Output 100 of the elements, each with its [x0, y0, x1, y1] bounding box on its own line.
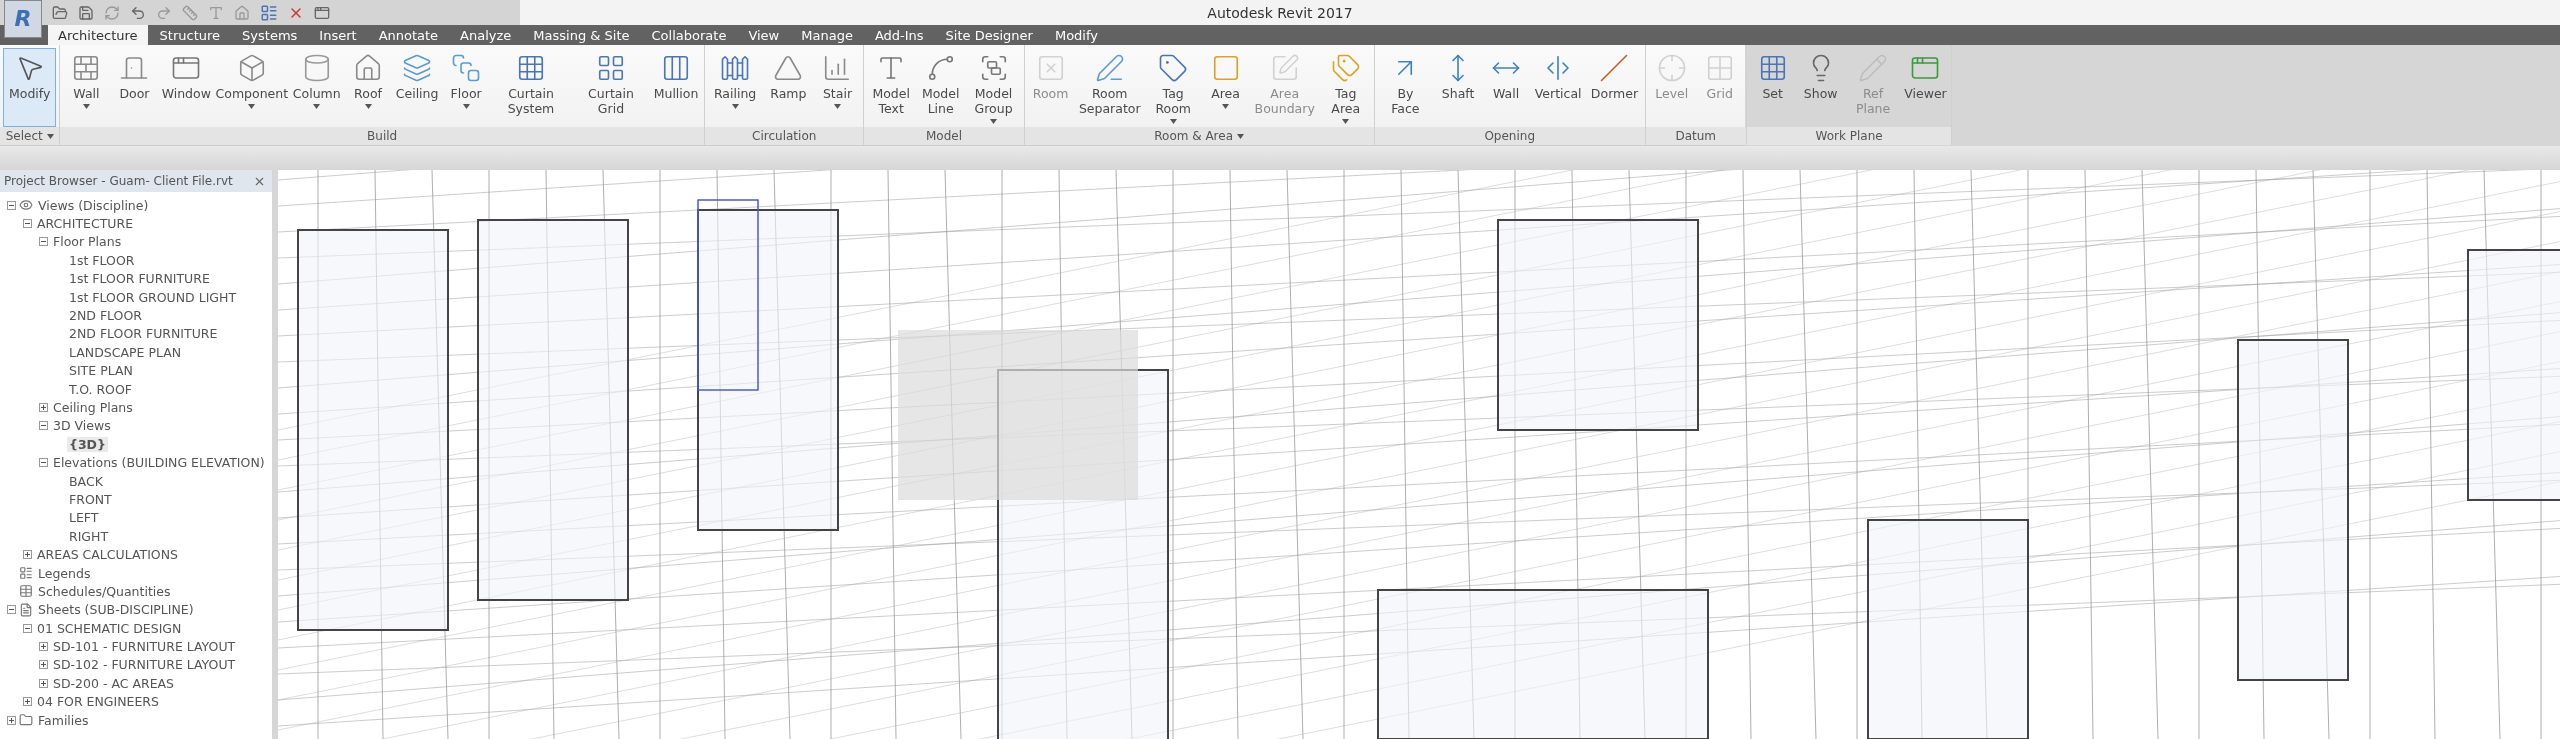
ribbon-tab[interactable]: View — [738, 25, 790, 45]
ribbon-tab[interactable]: Annotate — [368, 25, 449, 45]
ribbon-tab[interactable]: Add-Ins — [864, 25, 934, 45]
ribbon-tool-button[interactable]: Area — [1202, 48, 1249, 127]
collapse-icon[interactable] — [39, 237, 48, 247]
ribbon-tool-button[interactable]: Ceiling — [393, 48, 442, 127]
window-icon[interactable] — [314, 4, 330, 21]
tree-item[interactable]: Schedules/Quantities — [36, 583, 173, 599]
ribbon-tool-button[interactable]: Tag Room — [1145, 48, 1201, 127]
ribbon-tool-button[interactable]: Model Line — [916, 48, 965, 127]
ribbon-tab[interactable]: Architecture — [48, 25, 148, 45]
ribbon-tool-button[interactable]: Curtain Grid — [572, 48, 650, 127]
expand-icon[interactable] — [23, 550, 32, 560]
ribbon-tab[interactable]: Manage — [791, 25, 863, 45]
ribbon-tab[interactable]: Analyze — [450, 25, 522, 45]
tree-item[interactable]: 2ND FLOOR — [67, 308, 144, 324]
ribbon-tool-button[interactable]: Modify — [3, 48, 57, 127]
ribbon-tool-button[interactable]: Column — [290, 48, 344, 127]
eye-icon — [19, 198, 33, 213]
tree-item[interactable]: 1st FLOOR FURNITURE — [67, 271, 212, 287]
tree-item[interactable]: 04 FOR ENGINEERS — [35, 694, 161, 710]
tree-item[interactable]: LEFT — [67, 510, 101, 526]
panel-title: Work Plane — [1815, 129, 1883, 143]
panel-label[interactable]: Select — [0, 127, 60, 145]
ribbon-tool-button[interactable]: Tag Area — [1320, 48, 1371, 127]
tree-item[interactable]: 3D Views — [51, 418, 113, 434]
tree-item[interactable]: SD-200 - AC AREAS — [51, 675, 177, 691]
tree-item[interactable]: 1st FLOOR — [67, 252, 137, 268]
tree-item[interactable]: FRONT — [67, 491, 114, 507]
application-menu-button[interactable]: R — [4, 0, 42, 38]
tree-item[interactable]: Legends — [36, 565, 93, 581]
tree-item[interactable]: T.O. ROOF — [67, 381, 134, 397]
ribbon-tab[interactable]: Collaborate — [641, 25, 737, 45]
ribbon-tool-button[interactable]: Viewer — [1902, 48, 1949, 127]
tree-item[interactable]: Views (Discipline) — [36, 197, 151, 213]
ribbon-tool-button[interactable]: Ramp — [764, 48, 813, 127]
fence-icon — [720, 53, 751, 83]
ribbon-tool-button[interactable]: Curtain System — [491, 48, 571, 127]
caret-icon — [46, 133, 54, 139]
collapse-icon[interactable] — [7, 605, 16, 615]
ribbon-tool-button[interactable]: Door — [111, 48, 158, 127]
tree-item[interactable]: SITE PLAN — [67, 363, 135, 379]
tree-item[interactable]: 2ND FLOOR FURNITURE — [67, 326, 220, 342]
tree-item[interactable]: AREAS CALCULATIONS — [35, 547, 180, 563]
ribbon-tab[interactable]: Modify — [1044, 25, 1108, 45]
tree-item[interactable]: RIGHT — [67, 528, 111, 544]
ribbon-tool-button[interactable]: Window — [159, 48, 214, 127]
tree-item[interactable]: Families — [36, 712, 91, 728]
table-icon — [19, 584, 33, 599]
expand-icon[interactable] — [39, 403, 48, 412]
save-icon[interactable] — [78, 4, 94, 21]
collapse-icon[interactable] — [39, 458, 48, 468]
ribbon-tab[interactable]: Site Designer — [935, 25, 1043, 45]
tree-item[interactable]: Ceiling Plans — [51, 400, 135, 415]
ribbon-tool-button[interactable]: Model Group — [966, 48, 1021, 127]
ribbon-tab[interactable]: Systems — [232, 25, 308, 45]
tree-item[interactable]: 01 SCHEMATIC DESIGN — [35, 620, 184, 636]
ribbon-tool-button[interactable]: Railing — [707, 48, 763, 127]
ribbon-tool-button[interactable]: Vertical — [1531, 48, 1586, 127]
expand-icon[interactable] — [39, 678, 48, 688]
tree-item[interactable]: SD-101 - FURNITURE LAYOUT — [51, 639, 238, 655]
expand-icon[interactable] — [39, 660, 48, 670]
tree-item[interactable]: SD-102 - FURNITURE LAYOUT — [51, 657, 238, 673]
tree-item[interactable]: Sheets (SUB-DISCIPLINE) — [36, 602, 196, 618]
ribbon-tab[interactable]: Massing & Site — [523, 25, 640, 45]
tree-item[interactable]: BACK — [67, 473, 105, 489]
list-icon[interactable] — [260, 3, 278, 22]
ribbon-tool-button[interactable]: Mullion — [651, 48, 701, 127]
collapse-icon[interactable] — [39, 421, 48, 431]
ribbon-tab[interactable]: Insert — [309, 25, 367, 45]
tree-item[interactable]: Elevations (BUILDING ELEVATION) — [51, 455, 267, 471]
tree-item[interactable]: ARCHITECTURE — [35, 216, 136, 232]
ribbon-tool-button[interactable]: By Face — [1377, 48, 1434, 127]
tree-item[interactable]: Floor Plans — [51, 234, 124, 250]
panel-title: Build — [367, 129, 398, 143]
collapse-icon[interactable] — [7, 200, 16, 210]
ribbon-tool-button[interactable]: Component — [215, 48, 289, 127]
tree-item[interactable]: 1st FLOOR GROUND LIGHT — [67, 289, 239, 305]
ribbon-tool-button[interactable]: Stair — [814, 48, 861, 127]
ribbon-tool-button[interactable]: Show — [1797, 48, 1844, 127]
ribbon-tool-button[interactable]: Roof — [345, 48, 392, 127]
ribbon-tool-button[interactable]: Floor — [443, 48, 490, 127]
expand-icon[interactable] — [7, 715, 16, 725]
collapse-icon[interactable] — [23, 623, 32, 633]
ribbon-tool-button[interactable]: Model Text — [867, 48, 915, 127]
expand-icon[interactable] — [39, 642, 48, 652]
ribbon-tool-button[interactable]: Shaft — [1435, 48, 1482, 127]
collapse-icon[interactable] — [23, 219, 32, 229]
ribbon-tool-button[interactable]: Room Separator — [1075, 48, 1144, 127]
tree-item[interactable]: LANDSCAPE PLAN — [67, 344, 184, 360]
tree-item[interactable]: {3D} — [67, 436, 108, 452]
ribbon-tool-button[interactable]: Dormer — [1587, 48, 1642, 127]
undo-icon[interactable] — [130, 4, 146, 21]
folder-open-icon[interactable] — [52, 4, 68, 21]
ribbon-tool-button[interactable]: Wall — [63, 48, 110, 127]
ribbon-tab[interactable]: Structure — [149, 25, 231, 45]
ribbon-tool-button[interactable]: Wall — [1483, 48, 1530, 127]
expand-icon[interactable] — [23, 697, 32, 707]
panel-label[interactable]: Room & Area — [1024, 127, 1374, 145]
ribbon-tool-button[interactable]: Set — [1749, 48, 1796, 127]
